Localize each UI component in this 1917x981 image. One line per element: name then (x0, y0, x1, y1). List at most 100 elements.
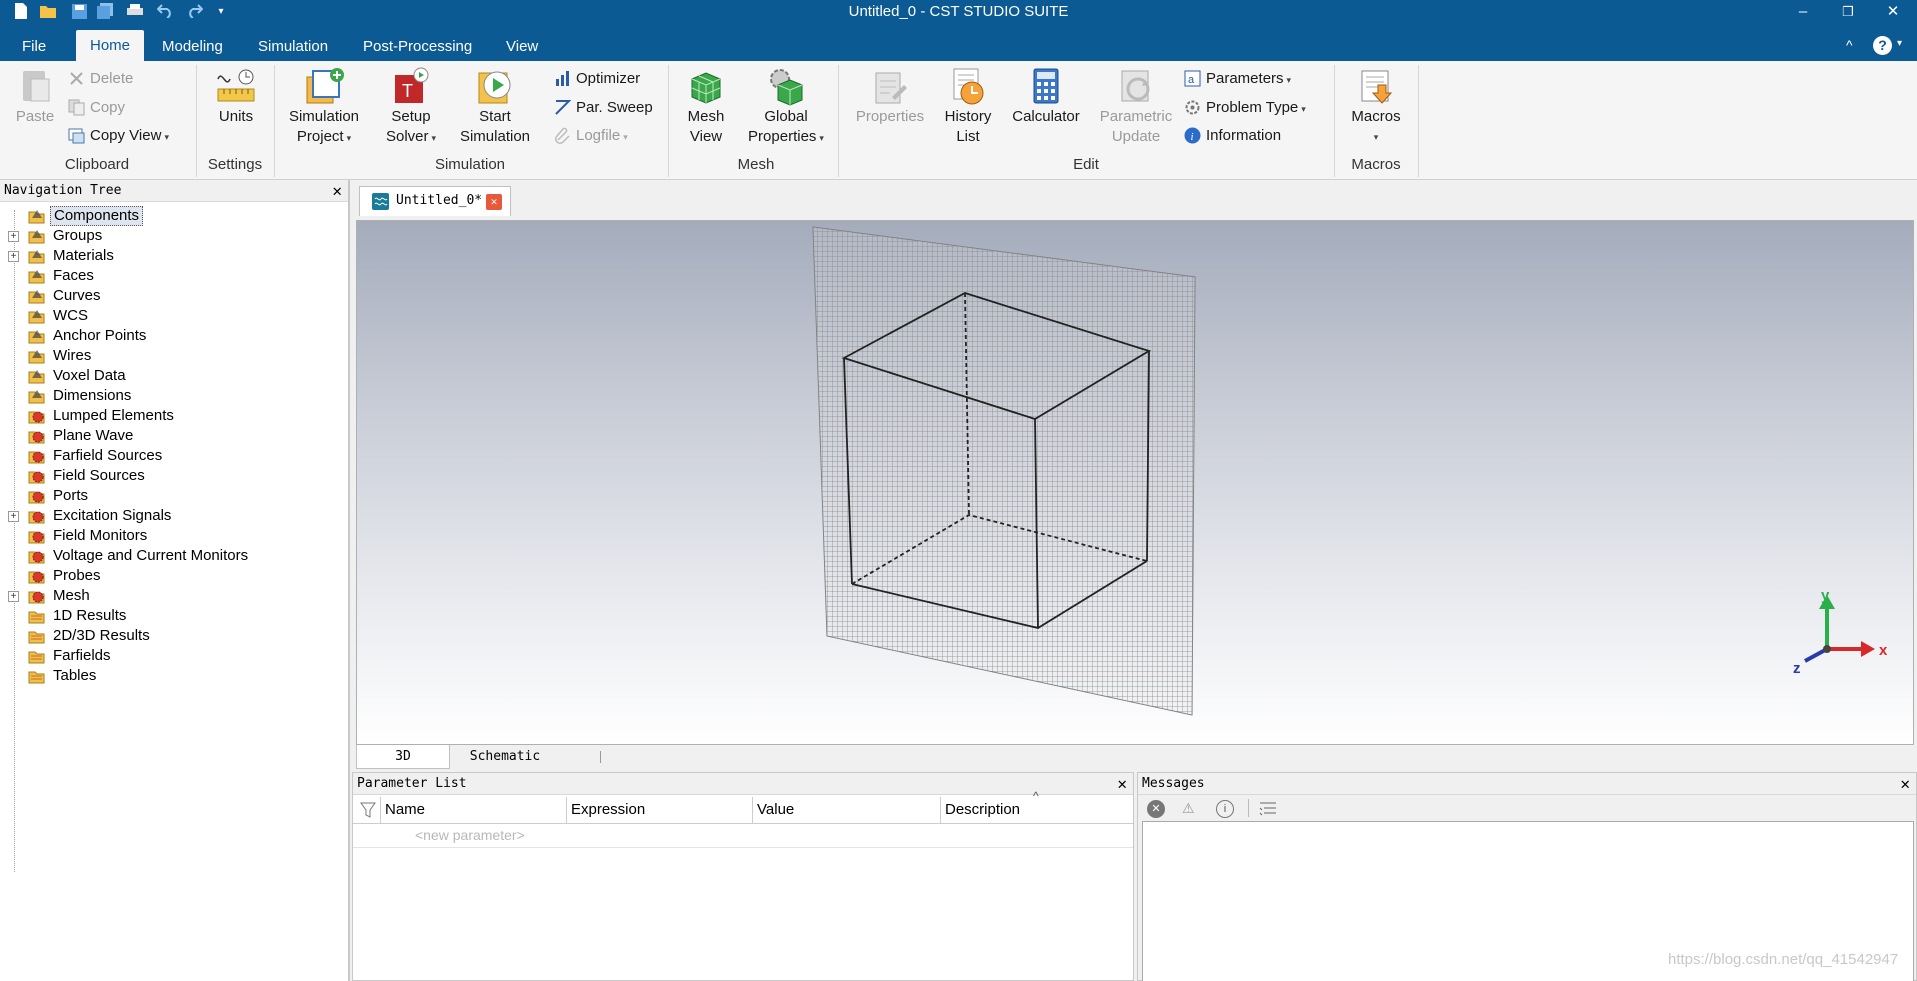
document-tab-bar: Untitled_0* ✕ (352, 180, 1917, 220)
close-button[interactable]: ✕ (1875, 0, 1911, 24)
expand-icon[interactable]: + (8, 511, 19, 522)
tree-item-label: Lumped Elements (53, 407, 174, 424)
properties-button[interactable]: Properties (848, 67, 932, 127)
delete-button[interactable]: Delete (68, 67, 133, 91)
window-title: Untitled_0 - CST STUDIO SUITE (848, 3, 1069, 20)
parameter-list-panel: Parameter List ✕ Name Expression Value D… (352, 772, 1134, 981)
row-divider (353, 847, 1133, 848)
optimizer-button[interactable]: Optimizer (554, 67, 640, 91)
parameters-button[interactable]: a Parameters ▾ (1184, 67, 1291, 91)
folder-icon (28, 268, 45, 284)
sort-indicator-icon: ^ (1033, 789, 1039, 803)
expand-icon[interactable]: + (8, 251, 19, 262)
paste-icon (15, 67, 55, 107)
tree-item-label: Field Monitors (53, 527, 148, 544)
close-icon[interactable]: ✕ (1900, 773, 1910, 795)
help-dropdown-icon[interactable]: ▾ (1897, 38, 1902, 49)
calculator-button[interactable]: Calculator (1004, 67, 1088, 127)
close-tab-icon[interactable]: ✕ (486, 194, 502, 210)
simulation-project-button[interactable]: Simulation Project ▾ (282, 67, 366, 148)
tab-file[interactable]: File (10, 34, 58, 61)
warning-filter-icon[interactable]: ⚠ (1182, 800, 1195, 817)
folder-icon (28, 368, 45, 384)
results-folder-icon (28, 648, 45, 664)
macros-button[interactable]: Macros ▾ (1342, 67, 1410, 147)
par-sweep-button[interactable]: Par. Sweep (554, 96, 653, 120)
start-simulation-button[interactable]: Start Simulation (452, 67, 538, 147)
tab-post-processing[interactable]: Post-Processing (351, 34, 484, 61)
gear-folder-icon (28, 408, 45, 424)
minimize-button[interactable]: – (1785, 0, 1821, 24)
units-button[interactable]: Units (206, 67, 266, 127)
mesh-view-button[interactable]: Mesh View (676, 67, 736, 147)
ribbon-collapse-button[interactable]: ^ (1846, 32, 1853, 59)
close-icon[interactable]: ✕ (1117, 773, 1127, 795)
results-folder-icon (28, 668, 45, 684)
macros-label: Macros (1351, 108, 1401, 125)
column-header-expression[interactable]: Expression (567, 797, 753, 823)
copy-label: Copy (90, 99, 126, 116)
paste-button[interactable]: Paste (8, 67, 62, 127)
tree-item-label: Field Sources (53, 467, 145, 484)
column-header-value[interactable]: Value (753, 797, 941, 823)
parametric-update-label-2: Update (1111, 128, 1161, 145)
paste-label: Paste (15, 108, 55, 125)
tree-item-label: Components (50, 206, 144, 226)
expand-icon[interactable]: + (8, 591, 19, 602)
global-properties-button[interactable]: Global Properties ▾ (740, 67, 832, 148)
navigation-tree-panel: Navigation Tree ✕ Components + Groups + Mate… (0, 180, 350, 981)
messages-header: Messages ✕ (1138, 773, 1916, 795)
history-list-button[interactable]: History List (936, 67, 1000, 147)
parametric-update-label-1: Parametric (1099, 108, 1173, 125)
tree-item-label: 2D/3D Results (53, 627, 150, 644)
new-parameter-row[interactable]: <new parameter> (415, 827, 525, 843)
group-label-mesh: Mesh (737, 156, 775, 173)
3d-viewport[interactable]: y x z (356, 220, 1914, 745)
error-filter-icon[interactable]: ✕ (1147, 800, 1165, 818)
watermark-text: https://blog.csdn.net/qq_41542947 (1668, 951, 1899, 968)
copy-view-button[interactable]: Copy View ▾ (68, 124, 169, 148)
restore-button[interactable]: ❐ (1830, 0, 1866, 24)
tree-item-label: Materials (53, 247, 114, 264)
delete-label: Delete (90, 70, 134, 87)
global-properties-label-2: Properties ▾ (748, 128, 824, 145)
clear-messages-icon[interactable] (1258, 800, 1278, 821)
results-folder-icon (28, 608, 45, 624)
axis-label-y: y (1821, 589, 1830, 604)
column-header-name[interactable]: Name (381, 797, 567, 823)
tab-3d[interactable]: 3D (356, 745, 450, 769)
mesh-scene (812, 226, 1196, 716)
tree-item-label: Ports (53, 487, 89, 504)
tab-view[interactable]: View (494, 34, 550, 61)
tab-schematic[interactable]: Schematic (452, 745, 558, 769)
problem-type-button[interactable]: Problem Type ▾ (1184, 96, 1306, 120)
group-separator (1418, 65, 1419, 177)
tab-home[interactable]: Home (76, 30, 144, 61)
folder-icon (28, 388, 45, 404)
folder-icon (28, 288, 45, 304)
tab-modeling[interactable]: Modeling (150, 34, 235, 61)
setup-solver-button[interactable]: T Setup Solver ▾ (378, 67, 444, 148)
svg-text:i: i (1191, 131, 1194, 143)
tree-item-label: Wires (53, 347, 92, 364)
expand-icon[interactable]: + (8, 231, 19, 242)
copy-icon (68, 99, 85, 116)
logfile-button[interactable]: Logfile ▾ (554, 124, 628, 148)
history-list-label-2: List (956, 128, 980, 145)
close-icon[interactable]: ✕ (332, 180, 342, 202)
copy-button[interactable]: Copy (68, 96, 125, 120)
tree-item-label: Anchor Points (53, 327, 147, 344)
tab-simulation[interactable]: Simulation (246, 34, 340, 61)
document-tab[interactable]: Untitled_0* ✕ (359, 186, 511, 216)
global-properties-icon (766, 67, 806, 107)
ribbon-tab-bar: File Home Modeling Simulation Post-Proce… (0, 24, 1917, 61)
parametric-update-button[interactable]: Parametric Update (1092, 67, 1180, 147)
help-icon[interactable]: ? (1873, 36, 1892, 55)
filter-icon[interactable] (353, 797, 381, 823)
setup-solver-label-1: Setup (391, 108, 431, 125)
information-button[interactable]: i Information (1184, 124, 1281, 148)
parameter-list-header: Parameter List ✕ (353, 773, 1133, 795)
info-filter-icon[interactable]: i (1216, 800, 1234, 818)
calculator-icon (1026, 67, 1066, 107)
macros-dropdown-icon: ▾ (1373, 132, 1379, 142)
